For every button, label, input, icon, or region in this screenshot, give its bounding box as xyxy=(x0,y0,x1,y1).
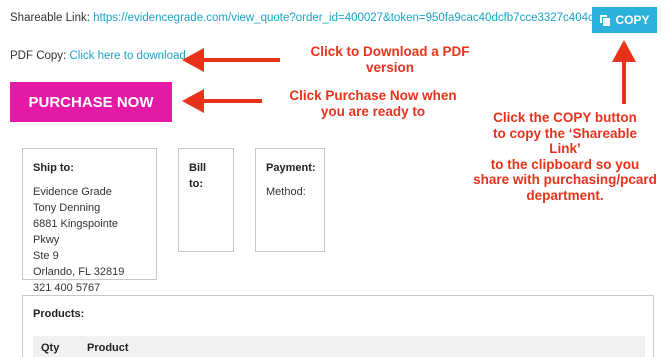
purchase-now-button[interactable]: PURCHASE NOW xyxy=(10,82,172,122)
copy-button[interactable]: COPY xyxy=(592,7,657,33)
annotation-line: Link’ xyxy=(549,141,581,156)
products-title: Products: xyxy=(33,308,85,320)
annotation-line: version xyxy=(365,60,415,75)
shareable-link-url[interactable]: https://evidencegrade.com/view_quote?ord… xyxy=(93,12,619,24)
bill-to-title: Bill to: xyxy=(189,162,207,190)
ship-to-line: Evidence Grade xyxy=(33,186,112,198)
annotation-line: Click Purchase Now when xyxy=(289,88,457,103)
payment-method-label: Method: xyxy=(266,186,306,198)
arrow-icon xyxy=(182,89,262,113)
annotation-line: to the clipboard so you xyxy=(490,156,640,172)
annotation-line: you are ready to xyxy=(320,104,426,119)
pdf-copy-label: PDF Copy: xyxy=(10,50,67,62)
column-header-qty: Qty xyxy=(41,342,60,354)
arrow-icon xyxy=(182,48,280,72)
purchase-annotation: Click Purchase Now when you are ready to xyxy=(262,88,484,120)
ship-to-line: 321 400 5767 xyxy=(33,282,101,294)
annotation-line: Click to Download a PDF xyxy=(310,44,470,59)
copy-icon xyxy=(599,14,612,27)
annotation-line: Click the COPY button xyxy=(493,110,637,125)
column-header-product: Product xyxy=(87,342,129,354)
shareable-link-label: Shareable Link: xyxy=(10,12,90,24)
pdf-download-link[interactable]: Click here to download xyxy=(69,50,185,62)
pdf-copy-row: PDF Copy: Click here to download xyxy=(10,50,186,62)
products-table-header: Qty Product xyxy=(33,336,645,357)
ship-to-line: Ste 9 xyxy=(33,250,59,262)
bill-to-box: Bill to: xyxy=(178,148,234,252)
arrow-icon xyxy=(612,40,636,104)
shareable-link-row: Shareable Link: https://evidencegrade.co… xyxy=(10,12,619,24)
payment-box: Payment: Method: xyxy=(255,148,325,252)
copy-annotation: Click the COPY button to copy the ‘Share… xyxy=(470,110,660,203)
ship-to-box: Ship to: Evidence Grade Tony Denning 688… xyxy=(22,148,157,294)
products-section: Products: Qty Product xyxy=(22,295,654,357)
pdf-annotation: Click to Download a PDF version xyxy=(290,44,490,76)
payment-title: Payment: xyxy=(266,162,316,174)
annotation-line: share with purchasing/pcard xyxy=(473,172,657,187)
annotation-line: to copy the ‘Shareable xyxy=(492,125,638,141)
copy-button-label: COPY xyxy=(615,13,650,27)
annotation-line: department. xyxy=(526,187,604,203)
ship-to-title: Ship to: xyxy=(33,162,74,174)
ship-to-line: Orlando, FL 32819 xyxy=(33,266,125,278)
ship-to-line: 6881 Kingspointe Pkwy xyxy=(33,218,119,246)
ship-to-line: Tony Denning xyxy=(33,202,101,214)
